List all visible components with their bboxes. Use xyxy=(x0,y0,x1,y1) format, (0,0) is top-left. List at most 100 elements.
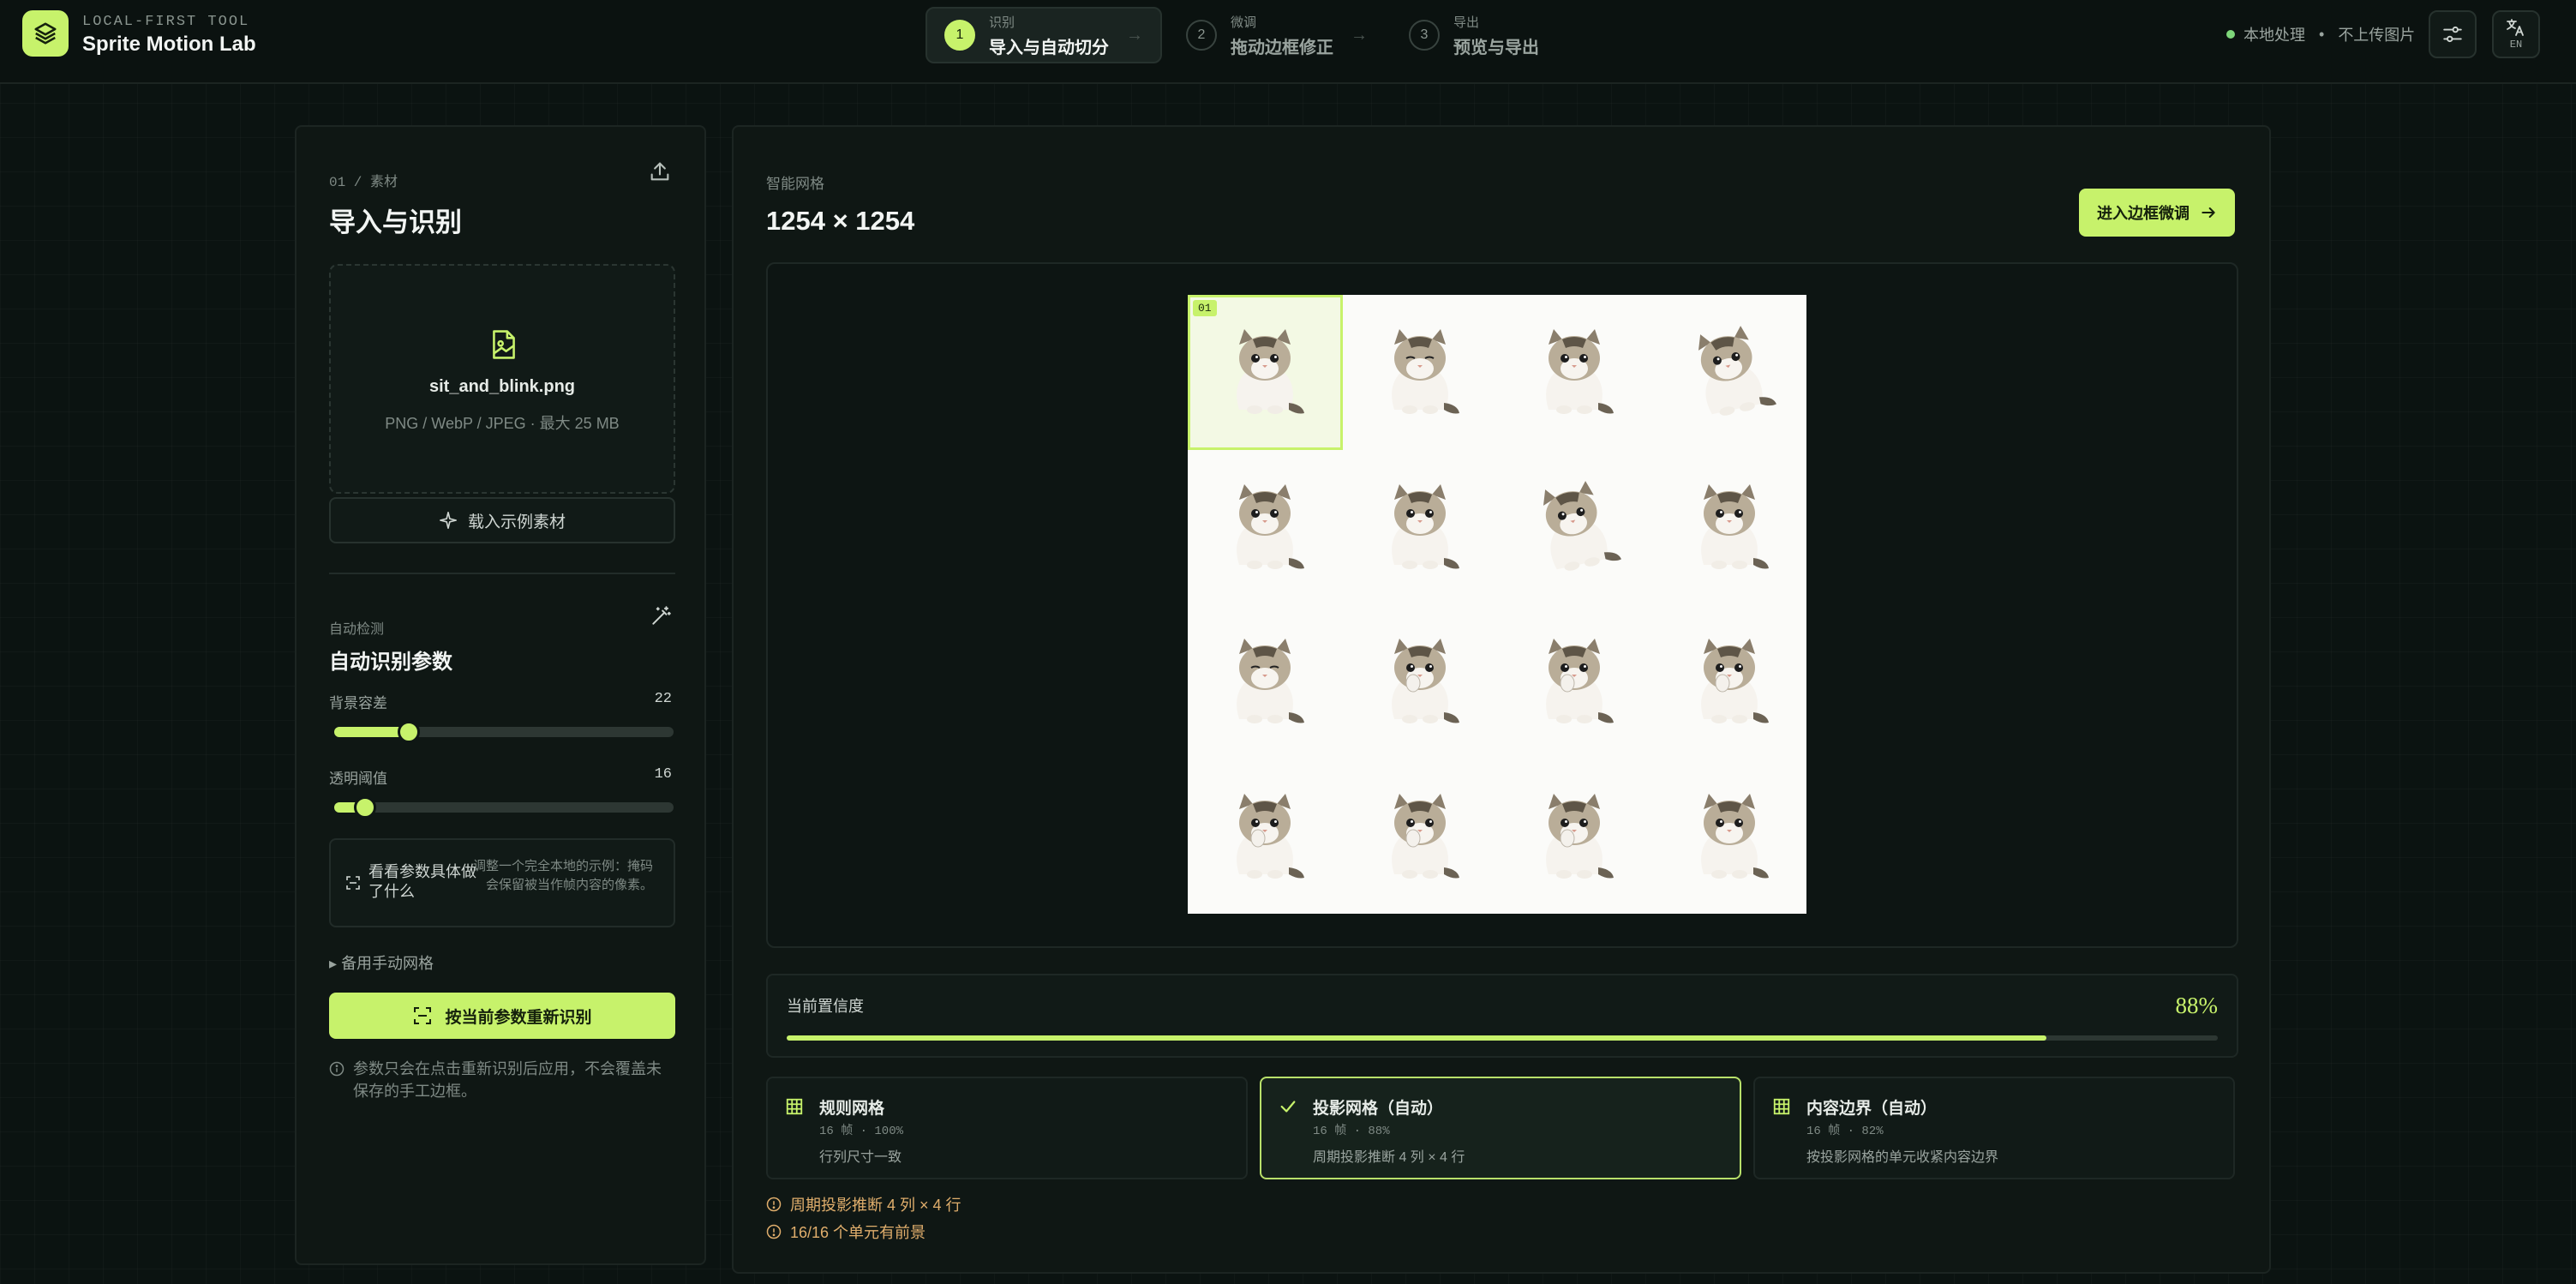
grid-icon xyxy=(1773,1098,1790,1115)
method-title: 内容边界（自动） xyxy=(1806,1100,1938,1118)
arrow-right-icon: → xyxy=(1351,25,1368,45)
cat-sprite-icon xyxy=(1700,639,1769,724)
sprite-frame[interactable] xyxy=(1343,295,1498,450)
confidence-fill xyxy=(787,1035,2046,1041)
step-1[interactable]: 1 识别 导入与自动切分 → xyxy=(926,7,1162,63)
cat-sprite-icon xyxy=(1391,329,1459,415)
section-crumb: 01 / 素材 xyxy=(329,175,398,190)
disclosure-triangle-icon: ▸ xyxy=(329,955,338,972)
manual-grid-toggle[interactable]: ▸ 备用手动网格 xyxy=(329,951,434,974)
privacy-status: 本地处理 • 不上传图片 xyxy=(2226,23,2415,45)
arrow-right-icon: → xyxy=(1126,25,1143,45)
brand-subtitle: LOCAL-FIRST TOOL xyxy=(82,14,250,30)
step-small-label: 微调 xyxy=(1231,15,1257,30)
step-label: 拖动边框修正 xyxy=(1231,38,1333,57)
sprite-frame[interactable] xyxy=(1497,295,1652,450)
magic-wand-icon[interactable] xyxy=(650,605,672,627)
cat-sprite-icon xyxy=(1237,793,1305,879)
enter-fine-tune-button[interactable]: 进入边框微调 xyxy=(2079,189,2235,237)
warning-text: 周期投影推断 4 列 × 4 行 xyxy=(790,1197,962,1214)
method-meta: 16 帧 · 88% xyxy=(1313,1125,1390,1138)
method-projection-grid[interactable]: 投影网格（自动） 16 帧 · 88% 周期投影推断 4 列 × 4 行 xyxy=(1260,1077,1741,1179)
import-panel: 01 / 素材 导入与识别 sit_and_blink.png PNG / We… xyxy=(295,125,706,1265)
confidence-value: 88% xyxy=(2175,993,2219,1018)
explainer-desc: 调整一个完全本地的示例：掩码会保留被当作帧内容的像素。 xyxy=(473,859,654,892)
arrow-right-icon xyxy=(2202,207,2215,218)
sprite-frame[interactable]: 01 xyxy=(1188,295,1343,450)
check-icon xyxy=(1280,1101,1296,1113)
status-local: 本地处理 xyxy=(2244,27,2305,44)
bg-tolerance-value: 22 xyxy=(654,691,672,707)
status-no-upload: 不上传图片 xyxy=(2338,27,2416,44)
explainer-title: 看看参数具体做了什么 xyxy=(368,863,476,900)
sprite-frame[interactable] xyxy=(1497,759,1652,915)
bg-tolerance-slider[interactable] xyxy=(334,721,674,743)
sprite-frame[interactable] xyxy=(1652,295,1807,450)
step-label: 预览与导出 xyxy=(1453,38,1539,57)
grid-icon xyxy=(786,1098,803,1115)
language-label: EN xyxy=(2509,39,2523,51)
sprite-frame[interactable] xyxy=(1652,450,1807,605)
slider-thumb[interactable] xyxy=(398,721,421,743)
sprite-frame[interactable] xyxy=(1652,759,1807,915)
app-logo xyxy=(22,10,69,57)
sprite-frame[interactable] xyxy=(1497,604,1652,759)
rerun-detection-button[interactable]: 按当前参数重新识别 xyxy=(329,993,675,1039)
info-icon xyxy=(766,1224,782,1239)
status-separator: • xyxy=(2319,25,2325,43)
method-desc: 行列尺寸一致 xyxy=(819,1150,902,1165)
image-dimensions: 1254 × 1254 xyxy=(766,206,915,236)
file-hint: PNG / WebP / JPEG · 最大 25 MB xyxy=(385,415,620,432)
method-content-bounds[interactable]: 内容边界（自动） 16 帧 · 82% 按投影网格的单元收紧内容边界 xyxy=(1753,1077,2235,1179)
step-label: 导入与自动切分 xyxy=(989,38,1109,57)
rerun-label: 按当前参数重新识别 xyxy=(445,1008,592,1027)
sprite-frame[interactable] xyxy=(1497,450,1652,605)
scan-icon xyxy=(346,876,360,890)
language-button[interactable]: EN xyxy=(2492,10,2540,58)
frame-index-badge: 01 xyxy=(1193,300,1217,316)
load-sample-button[interactable]: 载入示例素材 xyxy=(329,497,675,543)
confidence-box: 当前置信度 88% xyxy=(766,974,2238,1058)
sprite-frame[interactable] xyxy=(1188,450,1343,605)
cat-sprite-icon xyxy=(1698,326,1776,417)
slider-thumb[interactable] xyxy=(353,796,376,819)
cat-sprite-icon xyxy=(1237,483,1305,569)
method-title: 规则网格 xyxy=(819,1100,885,1118)
sliders-icon xyxy=(2443,26,2462,43)
cat-sprite-icon xyxy=(1237,329,1305,415)
panel-title: 导入与识别 xyxy=(329,207,462,237)
alpha-threshold-slider[interactable] xyxy=(334,796,674,819)
grid-panel: 智能网格 1254 × 1254 进入边框微调 01 当前置信度 88% 规则网… xyxy=(732,125,2271,1274)
sprite-frame[interactable] xyxy=(1188,759,1343,915)
alpha-threshold-value: 16 xyxy=(654,766,672,783)
section-divider xyxy=(329,573,675,574)
settings-button[interactable] xyxy=(2429,10,2477,58)
param-explainer[interactable]: 看看参数具体做了什么 调整一个完全本地的示例：掩码会保留被当作帧内容的像素。 xyxy=(329,838,675,927)
apply-note: 参数只会在点击重新识别后应用，不会覆盖未保存的手工边框。 xyxy=(329,1058,675,1102)
file-dropzone[interactable]: sit_and_blink.png PNG / WebP / JPEG · 最大… xyxy=(329,264,675,494)
params-title: 自动识别参数 xyxy=(329,651,452,674)
grid-label: 智能网格 xyxy=(766,176,824,192)
sprite-frame[interactable] xyxy=(1343,604,1498,759)
sprite-frame[interactable] xyxy=(1343,450,1498,605)
sprite-frame[interactable] xyxy=(1652,604,1807,759)
upload-icon[interactable] xyxy=(648,159,672,183)
sprite-frame[interactable] xyxy=(1343,759,1498,915)
sprite-frame[interactable] xyxy=(1188,604,1343,759)
warning-text: 16/16 个单元有前景 xyxy=(790,1224,926,1241)
step-2[interactable]: 2 微调 拖动边框修正 → xyxy=(1169,7,1385,63)
method-regular-grid[interactable]: 规则网格 16 帧 · 100% 行列尺寸一致 xyxy=(766,1077,1248,1179)
step-number: 1 xyxy=(944,20,975,51)
step-3[interactable]: 3 导出 预览与导出 xyxy=(1392,7,1556,63)
cat-sprite-icon xyxy=(1391,793,1459,879)
confidence-label: 当前置信度 xyxy=(787,998,864,1015)
brand-title: Sprite Motion Lab xyxy=(82,33,256,56)
cat-sprite-icon xyxy=(1546,793,1614,879)
file-name: sit_and_blink.png xyxy=(428,377,576,396)
method-desc: 周期投影推断 4 列 × 4 行 xyxy=(1313,1150,1465,1165)
sprite-preview: 01 xyxy=(766,262,2238,948)
load-sample-label: 载入示例素材 xyxy=(467,513,566,531)
sparkle-icon xyxy=(439,512,457,529)
layers-icon xyxy=(34,22,57,45)
info-icon xyxy=(329,1061,344,1077)
